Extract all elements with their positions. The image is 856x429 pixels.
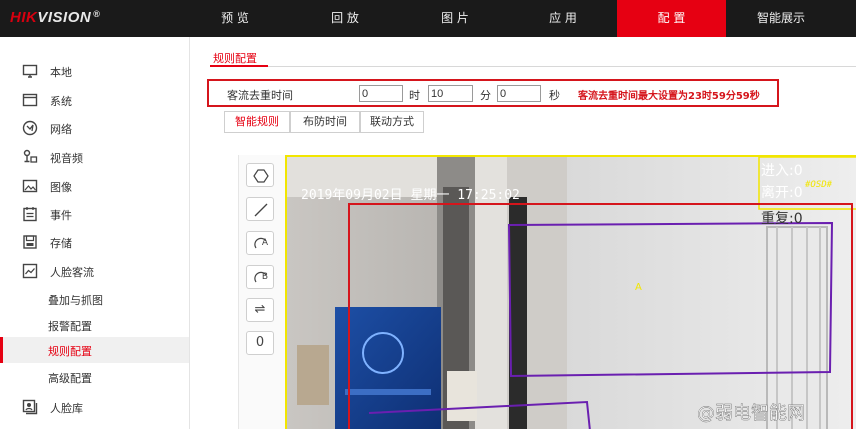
logo-prefix: HIK	[10, 9, 38, 26]
poster-middle	[447, 371, 477, 421]
region-b-letter: B	[261, 272, 269, 282]
swap-direction-button[interactable]: ⇌	[246, 298, 274, 322]
dedup-hours-input[interactable]	[359, 85, 403, 102]
region-b-button[interactable]: B	[246, 265, 274, 289]
sidebar-subitem-label: 报警配置	[48, 320, 92, 333]
config-sidebar: 本地 系统 网络 视音频 图像 事件 存储 人脸客流 叠加与抓图 报警配置 规则…	[0, 37, 190, 429]
counter-repeat-label: 重复:	[761, 210, 794, 227]
sidebar-item-network[interactable]: 网络	[0, 114, 189, 142]
sidebar-item-label: 视音频	[50, 152, 83, 165]
sidebar-item-local[interactable]: 本地	[0, 57, 189, 85]
face-flow-chart-icon	[22, 263, 38, 279]
tab-arming-schedule[interactable]: 布防时间	[290, 111, 360, 133]
sidebar-item-event[interactable]: 事件	[0, 200, 189, 228]
sidebar-subitem-label: 高级配置	[48, 372, 92, 385]
sidebar-subitem-rule-config[interactable]: 规则配置	[0, 337, 189, 363]
door-frame	[509, 197, 527, 429]
counter-repeat: 重复:0	[761, 210, 803, 227]
swap-direction-icon: ⇌	[254, 302, 266, 317]
region-a-letter: A	[261, 238, 269, 248]
face-library-icon	[22, 399, 38, 415]
logo-registered-mark: ®	[93, 9, 101, 19]
sidebar-subitem-overlay-capture[interactable]: 叠加与抓图	[0, 286, 189, 312]
sidebar-subitem-label: 规则配置	[48, 345, 92, 358]
draw-line-icon	[254, 203, 268, 217]
counter-repeat-value: 0	[794, 211, 803, 227]
network-globe-icon	[22, 120, 38, 136]
counter-enter-value: 0	[794, 163, 803, 179]
audio-video-icon	[23, 149, 38, 163]
osd-timestamp: 2019年09月02日 星期一 17:25:02	[301, 188, 520, 203]
dedup-seconds-input[interactable]	[497, 85, 541, 102]
title-active-underline	[210, 65, 268, 67]
sidebar-item-label: 系统	[50, 95, 72, 108]
logo-rest: VISION	[37, 9, 92, 26]
sidebar-item-label: 人脸客流	[50, 266, 94, 279]
tab-linkage-method[interactable]: 联动方式	[360, 111, 424, 133]
nav-application[interactable]: 应 用	[508, 0, 618, 37]
sidebar-item-face-library[interactable]: 人脸库	[0, 393, 189, 421]
hours-unit-label: 时	[409, 89, 420, 102]
region-a-label: A	[635, 282, 642, 293]
sidebar-item-image[interactable]: 图像	[0, 172, 189, 200]
sidebar-item-face-flow[interactable]: 人脸客流	[0, 257, 189, 285]
draw-line-button[interactable]	[246, 197, 274, 221]
screen-caption-bar	[345, 389, 431, 395]
sidebar-item-label: 事件	[50, 209, 72, 222]
draw-polygon-button[interactable]	[246, 163, 274, 187]
sidebar-subitem-advanced-config[interactable]: 高级配置	[0, 364, 189, 390]
counter-leave-value: 0	[794, 185, 803, 201]
sidebar-item-storage[interactable]: 存储	[0, 228, 189, 256]
top-navigation-bar: HIKVISION ® 预 览 回 放 图 片 应 用 配 置 智能展示	[0, 0, 856, 37]
osd-tag: #OSD#	[804, 180, 833, 190]
sidebar-item-audio-video[interactable]: 视音频	[0, 143, 189, 171]
dedup-time-label: 客流去重时间	[227, 89, 293, 102]
monitor-icon	[22, 64, 38, 78]
title-divider	[210, 66, 856, 67]
counter-enter-label: 进入:	[761, 163, 794, 179]
draw-polygon-icon	[253, 169, 269, 183]
sidebar-subitem-alarm-config[interactable]: 报警配置	[0, 312, 189, 338]
poster-left	[297, 345, 329, 405]
reset-count-button[interactable]: 0	[246, 331, 274, 355]
sidebar-item-system[interactable]: 系统	[0, 86, 189, 114]
seconds-unit-label: 秒	[549, 89, 560, 102]
dedup-max-hint: 客流去重时间最大设置为23时59分59秒	[578, 91, 760, 102]
sidebar-item-label: 图像	[50, 181, 72, 194]
reset-count-icon: 0	[255, 335, 265, 350]
region-a-button[interactable]: A	[246, 231, 274, 255]
sidebar-item-label: 本地	[50, 66, 72, 79]
dedup-minutes-input[interactable]	[428, 85, 473, 102]
tab-smart-rule[interactable]: 智能规则	[224, 111, 290, 133]
sidebar-item-label: 存储	[50, 237, 72, 250]
camera-scene: 2019年09月02日 星期一 17:25:02 进入:0 离开:0 重复:0 …	[287, 157, 856, 429]
image-icon	[22, 179, 38, 193]
sidebar-subitem-label: 叠加与抓图	[48, 294, 103, 307]
video-preview[interactable]: 2019年09月02日 星期一 17:25:02 进入:0 离开:0 重复:0 …	[285, 155, 856, 429]
system-window-icon	[22, 93, 38, 107]
watermark: @弱电智能网	[697, 403, 805, 424]
counter-leave-label: 离开:	[761, 184, 794, 201]
counter-enter: 进入:0	[761, 163, 803, 179]
storage-disk-icon	[23, 235, 37, 249]
nav-preview[interactable]: 预 览	[180, 0, 290, 37]
nav-picture[interactable]: 图 片	[400, 0, 510, 37]
minutes-unit-label: 分	[480, 89, 491, 102]
nav-playback[interactable]: 回 放	[290, 0, 400, 37]
event-calendar-icon	[23, 207, 37, 222]
counter-leave: 离开:0	[761, 184, 803, 201]
nav-smart-display[interactable]: 智能展示	[726, 0, 836, 37]
page-title: 规则配置	[213, 52, 257, 65]
nav-configuration[interactable]: 配 置	[617, 0, 726, 37]
hikvision-logo: HIKVISION ®	[10, 9, 100, 26]
sidebar-item-label: 人脸库	[50, 402, 83, 415]
sidebar-item-label: 网络	[50, 123, 72, 136]
